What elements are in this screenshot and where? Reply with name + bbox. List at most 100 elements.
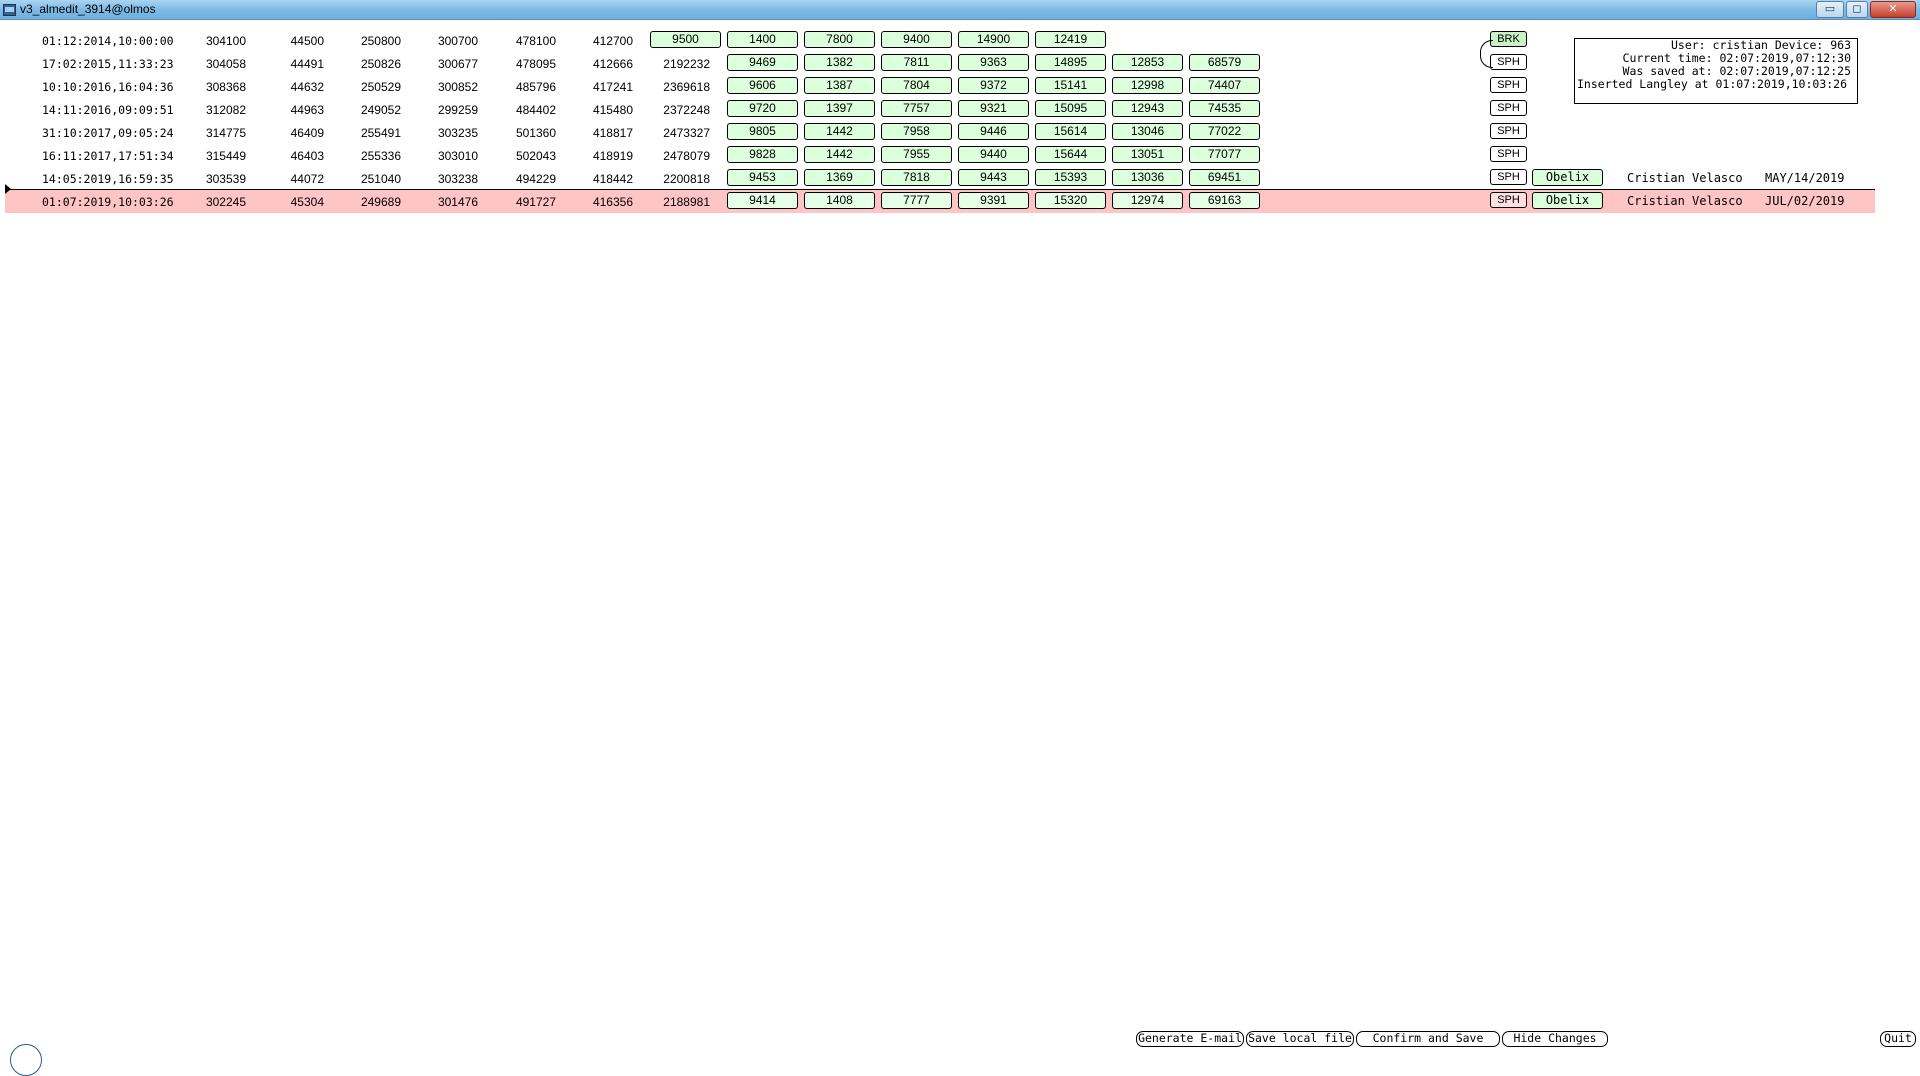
- editable-value-field[interactable]: 15614: [1035, 123, 1106, 140]
- editable-value-field[interactable]: 9391: [958, 192, 1029, 209]
- editable-value-field[interactable]: 69163: [1189, 192, 1260, 209]
- editable-value-field[interactable]: 1400: [727, 31, 798, 48]
- row-type-tag[interactable]: SPH: [1490, 146, 1527, 162]
- editable-value-field[interactable]: 9372: [958, 77, 1029, 94]
- row-type-tag[interactable]: BRK: [1490, 31, 1527, 47]
- row-value: 491727: [515, 195, 556, 209]
- editable-value-field[interactable]: 74535: [1189, 100, 1260, 117]
- editable-value-field[interactable]: 68579: [1189, 54, 1260, 71]
- editable-value-field[interactable]: 7958: [881, 123, 952, 140]
- editable-value-field[interactable]: 77022: [1189, 123, 1260, 140]
- row-value: 303010: [437, 149, 478, 163]
- editable-value-field[interactable]: 7800: [804, 31, 875, 48]
- confirm-and-save-button[interactable]: Confirm and Save: [1356, 1031, 1500, 1047]
- editable-value-field[interactable]: 7757: [881, 100, 952, 117]
- editable-value-field[interactable]: 9453: [727, 169, 798, 186]
- editable-value-field[interactable]: 9500: [650, 31, 721, 48]
- editable-value-field[interactable]: 12998: [1112, 77, 1183, 94]
- generate-email-button[interactable]: Generate E-mail: [1136, 1031, 1244, 1047]
- row-type-tag[interactable]: SPH: [1490, 169, 1527, 185]
- row-value: 2369618: [663, 80, 710, 94]
- editable-value-field[interactable]: 9606: [727, 77, 798, 94]
- editable-value-field[interactable]: 14895: [1035, 54, 1106, 71]
- operator-name: Cristian Velasco: [1627, 194, 1743, 208]
- editable-value-field[interactable]: 9469: [727, 54, 798, 71]
- row-type-tag[interactable]: SPH: [1490, 54, 1527, 70]
- table-row[interactable]: 31:10:2017,09:05:24 314775 46409 255491 3032…: [5, 121, 1875, 144]
- editable-value-field[interactable]: 77077: [1189, 146, 1260, 163]
- editable-value-field[interactable]: 9321: [958, 100, 1029, 117]
- machine-field[interactable]: Obelix: [1532, 192, 1603, 209]
- row-type-tag[interactable]: SPH: [1490, 100, 1527, 116]
- row-value: 300852: [437, 80, 478, 94]
- editable-value-field[interactable]: 12853: [1112, 54, 1183, 71]
- editable-value-field[interactable]: 7804: [881, 77, 952, 94]
- editable-value-field[interactable]: 13036: [1112, 169, 1183, 186]
- row-value: 250529: [360, 80, 401, 94]
- editable-value-field[interactable]: 1387: [804, 77, 875, 94]
- editable-value-field[interactable]: 7955: [881, 146, 952, 163]
- editable-value-field[interactable]: 15095: [1035, 100, 1106, 117]
- editable-value-field[interactable]: 1369: [804, 169, 875, 186]
- row-timestamp: 14:05:2019,16:59:35: [42, 172, 174, 186]
- row-value: 2372248: [663, 103, 710, 117]
- table-row[interactable]: 01:07:2019,10:03:26 302245 45304 249689 3014…: [5, 190, 1875, 213]
- editable-value-field[interactable]: 15141: [1035, 77, 1106, 94]
- editable-value-field[interactable]: 13051: [1112, 146, 1183, 163]
- row-value: 300700: [437, 34, 478, 48]
- table-row[interactable]: 16:11:2017,17:51:34 315449 46403 255336 3030…: [5, 144, 1875, 167]
- save-local-file-button[interactable]: Save local file: [1246, 1031, 1354, 1047]
- editable-value-field[interactable]: 7811: [881, 54, 952, 71]
- row-value: 418919: [592, 149, 633, 163]
- editable-value-field[interactable]: 9828: [727, 146, 798, 163]
- editable-value-field[interactable]: 9363: [958, 54, 1029, 71]
- close-button[interactable]: ✕: [1870, 1, 1916, 18]
- editable-value-field[interactable]: 7818: [881, 169, 952, 186]
- row-value: 418442: [592, 172, 633, 186]
- editable-value-field[interactable]: 12974: [1112, 192, 1183, 209]
- row-type-tag[interactable]: SPH: [1490, 123, 1527, 139]
- editable-value-field[interactable]: 15320: [1035, 192, 1106, 209]
- editable-value-field[interactable]: 15393: [1035, 169, 1106, 186]
- table-row[interactable]: 14:05:2019,16:59:35 303539 44072 251040 3032…: [5, 167, 1875, 190]
- editable-value-field[interactable]: 1382: [804, 54, 875, 71]
- editable-value-field[interactable]: 13046: [1112, 123, 1183, 140]
- editable-value-field[interactable]: 9400: [881, 31, 952, 48]
- editable-value-field[interactable]: 9720: [727, 100, 798, 117]
- editable-value-field[interactable]: 1442: [804, 146, 875, 163]
- editable-value-field[interactable]: 1397: [804, 100, 875, 117]
- editable-value-field[interactable]: 1442: [804, 123, 875, 140]
- minimize-button[interactable]: ▭: [1816, 1, 1844, 18]
- hide-changes-button[interactable]: Hide Changes: [1502, 1031, 1608, 1047]
- editable-value-field[interactable]: 9440: [958, 146, 1029, 163]
- row-value: 46409: [290, 126, 324, 140]
- corner-indicator: [10, 1044, 42, 1076]
- editable-value-field[interactable]: 12943: [1112, 100, 1183, 117]
- row-timestamp: 31:10:2017,09:05:24: [42, 126, 174, 140]
- quit-button[interactable]: Quit: [1880, 1031, 1916, 1047]
- row-value: 412666: [592, 57, 633, 71]
- editable-value-field[interactable]: 7777: [881, 192, 952, 209]
- row-value: 250800: [360, 34, 401, 48]
- editable-value-field[interactable]: 15644: [1035, 146, 1106, 163]
- editable-value-field[interactable]: 9443: [958, 169, 1029, 186]
- maximize-button[interactable]: ◻: [1846, 1, 1868, 18]
- row-value: 308368: [205, 80, 246, 94]
- row-type-tag[interactable]: SPH: [1490, 77, 1527, 93]
- row-value: 501360: [515, 126, 556, 140]
- editable-value-field[interactable]: 69451: [1189, 169, 1260, 186]
- row-value: 46403: [290, 149, 324, 163]
- row-value: 45304: [290, 195, 324, 209]
- editable-value-field[interactable]: 12419: [1035, 31, 1106, 48]
- row-type-tag[interactable]: SPH: [1490, 192, 1527, 208]
- editable-value-field[interactable]: 74407: [1189, 77, 1260, 94]
- row-value: 312082: [205, 103, 246, 117]
- editable-value-field[interactable]: 1408: [804, 192, 875, 209]
- machine-field[interactable]: Obelix: [1532, 169, 1603, 186]
- row-value: 299259: [437, 103, 478, 117]
- row-timestamp: 14:11:2016,09:09:51: [42, 103, 174, 117]
- editable-value-field[interactable]: 9446: [958, 123, 1029, 140]
- editable-value-field[interactable]: 14900: [958, 31, 1029, 48]
- editable-value-field[interactable]: 9414: [727, 192, 798, 209]
- editable-value-field[interactable]: 9805: [727, 123, 798, 140]
